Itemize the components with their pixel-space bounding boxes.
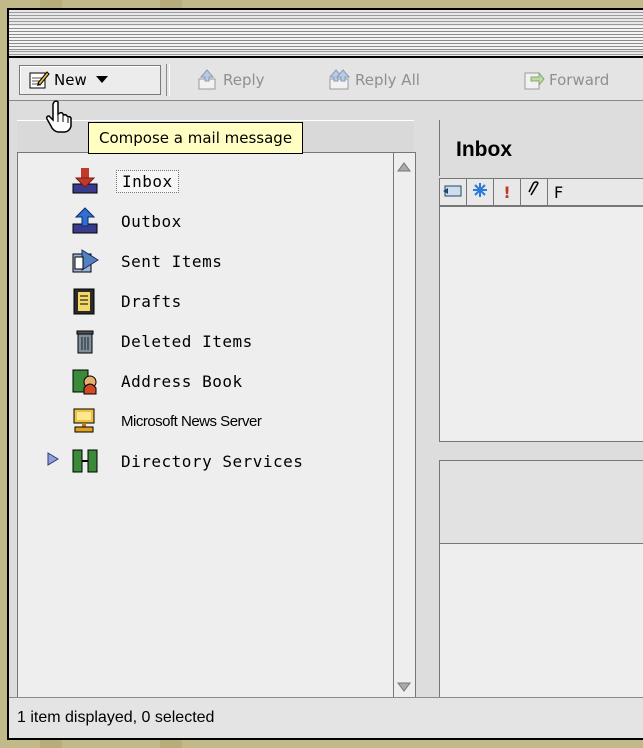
- sidebar-item-label: Sent Items: [121, 251, 223, 271]
- sidebar-item-label: Inbox: [116, 169, 179, 193]
- inbox-icon: [70, 166, 100, 196]
- reply-all-icon: [328, 69, 351, 91]
- message-list[interactable]: [439, 206, 643, 442]
- hand-cursor-icon: [44, 100, 74, 134]
- drafts-icon: [70, 286, 100, 316]
- new-button-label: New: [54, 71, 87, 89]
- sidebar-item-sent-items[interactable]: Sent Items: [70, 241, 227, 281]
- sidebar-item-label: Outbox: [121, 211, 182, 231]
- reply-all-button[interactable]: Reply All: [328, 65, 420, 95]
- folder-list: Inbox Outbox Sent Items Drafts Deleted I…: [17, 152, 394, 700]
- page-title: Inbox: [456, 138, 512, 161]
- column-header-label: F: [554, 182, 564, 202]
- compose-icon: [28, 69, 50, 91]
- scroll-up-icon[interactable]: [397, 159, 411, 173]
- address-book-icon: [70, 366, 100, 396]
- directory-services-icon: [70, 446, 100, 476]
- column-from-header[interactable]: F: [548, 179, 643, 205]
- sidebar-item-deleted-items[interactable]: Deleted Items: [70, 321, 258, 361]
- reply-icon: [197, 69, 219, 91]
- sidebar-item-address-book[interactable]: Address Book: [70, 361, 248, 401]
- status-bar: 1 item displayed, 0 selected: [9, 697, 643, 738]
- column-status-header[interactable]: [440, 179, 467, 205]
- window-titlebar[interactable]: [9, 10, 643, 58]
- sidebar-item-outbox[interactable]: Outbox: [70, 201, 187, 241]
- envelope-icon: [443, 183, 463, 202]
- message-column-headers: ! F: [439, 178, 643, 206]
- sidebar-item-label: Directory Services: [121, 451, 304, 471]
- reply-label: Reply: [223, 71, 265, 89]
- chevron-down-icon[interactable]: [95, 71, 109, 89]
- sidebar-item-label: Address Book: [121, 371, 243, 391]
- disclosure-triangle-icon[interactable]: [46, 451, 60, 471]
- reply-all-label: Reply All: [355, 71, 420, 89]
- forward-icon: [523, 69, 545, 91]
- asterisk-icon: [472, 182, 488, 202]
- paperclip-icon: [527, 181, 541, 203]
- sidebar-item-drafts[interactable]: Drafts: [70, 281, 187, 321]
- scroll-down-icon[interactable]: [397, 679, 411, 693]
- sidebar-item-label: Deleted Items: [121, 331, 253, 351]
- sent-items-icon: [70, 246, 100, 276]
- sidebar-item-label: Drafts: [121, 291, 182, 311]
- preview-header: [439, 460, 643, 544]
- column-priority-header[interactable]: [467, 179, 494, 205]
- forward-label: Forward: [549, 71, 610, 89]
- sidebar-item-directory-services[interactable]: Directory Services: [46, 441, 308, 481]
- sidebar-item-news-server[interactable]: Microsoft News Server: [70, 401, 266, 441]
- sidebar-item-inbox[interactable]: Inbox: [70, 161, 179, 201]
- folder-title-bar: Inbox: [439, 120, 643, 176]
- compose-tooltip: Compose a mail message: [88, 122, 304, 154]
- forward-button[interactable]: Forward: [523, 65, 609, 95]
- mail-window: New Reply Reply All Forward Inbox Outbox…: [7, 8, 643, 740]
- column-flag-header[interactable]: !: [494, 179, 521, 205]
- toolbar-separator: [166, 64, 170, 96]
- column-attachment-header[interactable]: [521, 179, 548, 205]
- sidebar-item-label: Microsoft News Server: [121, 412, 262, 430]
- preview-pane: [439, 544, 643, 702]
- column-header-label: !: [503, 182, 511, 202]
- outbox-icon: [70, 206, 100, 236]
- news-server-icon: [70, 406, 100, 436]
- toolbar: New Reply Reply All Forward: [9, 58, 643, 101]
- new-message-button[interactable]: New: [19, 65, 161, 95]
- folder-list-scrollbar[interactable]: [394, 152, 416, 700]
- reply-button[interactable]: Reply: [197, 65, 265, 95]
- trash-icon: [70, 326, 100, 356]
